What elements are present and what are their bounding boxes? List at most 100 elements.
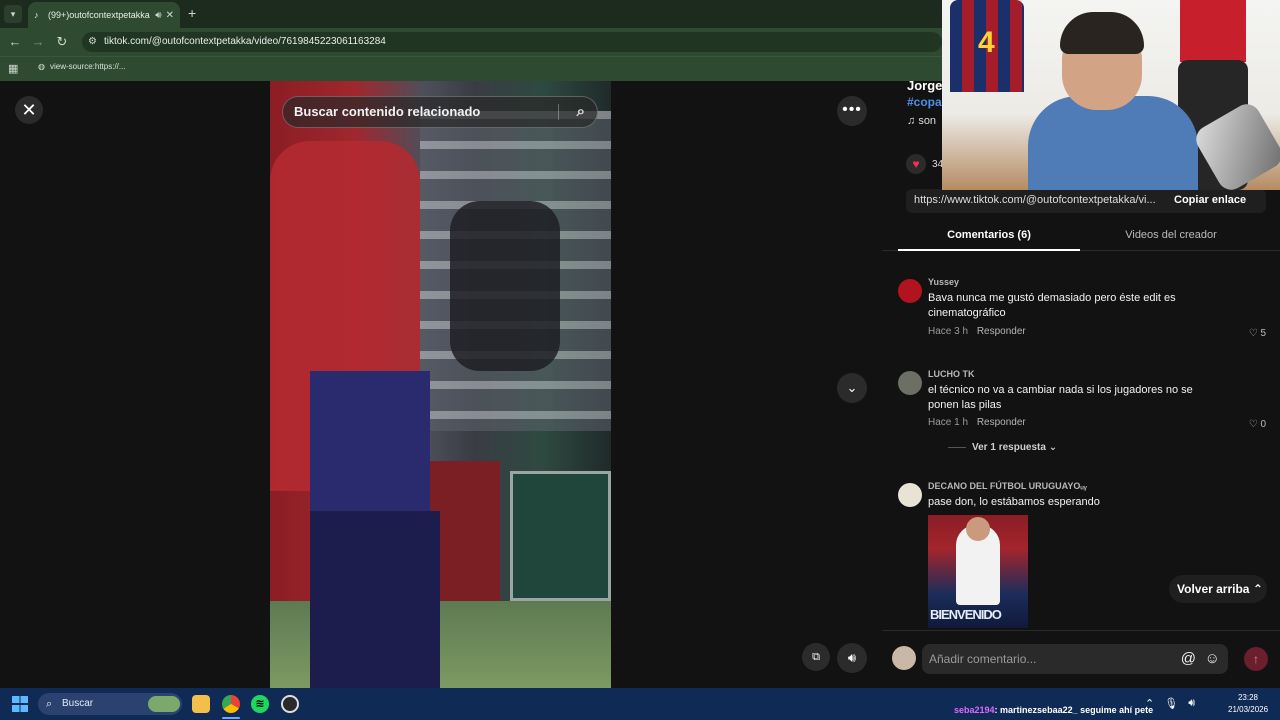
tab-comments[interactable]: Comentarios (6) [898,229,1080,241]
close-video-button[interactable]: ✕ [15,96,43,124]
avatar[interactable] [898,483,922,507]
comment-like-count: 5 [1260,328,1266,339]
avatar[interactable] [892,646,916,670]
tab-search-dropdown[interactable]: ▾ [4,5,22,23]
back-button[interactable]: ← [7,34,23,49]
copy-link-button[interactable]: Copiar enlace [1174,194,1246,206]
comment-time: Hace 1 h [928,417,969,428]
view-replies-label: Ver 1 respuesta [972,442,1046,453]
comment-item: Yussey Bava nunca me gustó demasiado per… [898,277,1268,347]
comment-text: el técnico no va a cambiar nada si los j… [928,384,1193,411]
image-caption: BIENVENIDO [930,607,1002,622]
new-tab-button[interactable]: + [188,5,196,21]
comment-like-count: 0 [1260,419,1266,430]
speaker-icon[interactable]: 🔊︎ [155,10,161,21]
chat-ticker: seba2194: martinezsebaa22_ seguime ahí p… [954,705,1153,715]
webcam-jersey-left: 4 [950,0,1024,92]
comment-meta: Hace 1 h Responder [928,417,1032,428]
globe-icon: ◍ [38,62,45,71]
active-app-indicator [222,717,240,719]
ticker-text: : martinezsebaa22_ seguime ahí pete [994,705,1154,715]
search-highlight-icon [148,696,180,712]
send-comment-button[interactable]: ↑ [1244,647,1268,671]
comment-text: pase don, lo estábamos esperando [928,496,1100,508]
search-placeholder: Buscar contenido relacionado [294,104,481,119]
emoji-icon[interactable]: ☺ [1205,644,1220,674]
taskbar-search-label: Buscar [62,698,94,709]
music-row[interactable]: ♫ son [907,115,936,127]
apps-grid-icon[interactable]: ▦ [8,62,18,75]
taskbar-search[interactable]: ⌕ Buscar [38,693,182,715]
comment-like[interactable]: ♡ 0 [1249,419,1266,430]
comment-username[interactable]: Yussey [928,277,959,287]
windows-taskbar: ⌕ Buscar ≋ [0,688,1280,720]
hashtag-link[interactable]: #copa [907,95,942,109]
mention-icon[interactable]: @ [1181,644,1196,674]
avatar[interactable] [898,371,922,395]
comment-composer: Añadir comentario... @ ☺ ↑ [882,630,1280,688]
clock-date: 21/03/2026 [1228,705,1269,714]
picture-in-picture-button[interactable]: ⧉ [802,643,830,671]
url-text: tiktok.com/@outofcontextpetakka/video/76… [104,36,386,47]
chrome-icon[interactable] [222,695,240,713]
search-divider [558,104,559,120]
search-icon[interactable]: ⌕ [577,97,585,127]
video-player[interactable] [270,81,611,688]
author-name[interactable]: Jorge [907,78,942,93]
video-frame-shorts [310,371,430,511]
image-player-head [966,517,990,541]
comment-placeholder: Añadir comentario... [929,652,1037,666]
microphone-icon[interactable]: 🎙︎ [1164,697,1178,710]
spotify-icon[interactable]: ≋ [251,695,269,713]
windows-start-icon[interactable] [12,696,28,712]
share-link-text[interactable]: https://www.tiktok.com/@outofcontextpeta… [914,194,1159,206]
avatar[interactable] [898,279,922,303]
volume-button[interactable]: 🔊︎ [837,643,867,673]
clock[interactable]: 23:28 21/03/2026 [1228,692,1268,716]
reply-button[interactable]: Responder [977,326,1026,337]
comment-username[interactable]: DECANO DEL FÚTBOL URUGUAYOᵤᵧ [928,481,1087,491]
double-chevron-up-icon: ⌃ [1252,582,1263,596]
site-info-icon[interactable]: ⚙ [88,32,97,52]
app-icon[interactable] [281,695,299,713]
music-note-icon: ♫ [907,115,916,127]
view-replies-button[interactable]: Ver 1 respuesta ⌄ [948,442,1057,453]
comment-item: DECANO DEL FÚTBOL URUGUAYOᵤᵧ pase don, l… [898,481,1268,631]
comment-meta: Hace 3 h Responder [928,326,1032,337]
next-video-button[interactable]: ⌄ [837,373,867,403]
browser-tab[interactable]: ♪ (99+)outofcontextpetakka 🔊︎ ✕ [28,2,180,28]
comment-image[interactable]: BIENVENIDO [928,515,1028,628]
heart-icon[interactable]: ♥ [906,154,926,174]
replies-divider [948,446,966,448]
webcam-person-hair [1060,12,1144,54]
share-link-row: https://www.tiktok.com/@outofcontextpeta… [906,189,1266,213]
related-search-input[interactable]: Buscar contenido relacionado ⌕ [282,96,598,128]
more-options-button[interactable]: ••• [837,96,867,126]
heart-outline-icon: ♡ [1248,419,1258,430]
bookmark-view-source[interactable]: ◍ view-source:https://... [38,62,126,71]
speaker-icon[interactable]: 🔊︎ [1188,697,1195,710]
tab-creator-videos[interactable]: Videos del creador [1080,229,1262,241]
comment-input[interactable]: Añadir comentario... @ ☺ [922,644,1228,674]
chevron-down-icon: ⌄ [1048,442,1058,453]
active-tab-indicator [898,249,1080,251]
webcam-overlay: 4 [942,0,1280,190]
comment-time: Hace 3 h [928,326,969,337]
back-to-top-button[interactable]: Volver arriba ⌃ [1169,575,1267,603]
file-explorer-icon[interactable] [192,695,210,713]
webcam-person-shirt [1028,96,1198,190]
chevron-up-icon[interactable]: ⌃ [1145,697,1154,710]
webcam-jersey-right [1180,0,1246,62]
close-tab-icon[interactable]: ✕ [166,10,174,21]
comment-like[interactable]: ♡ 5 [1249,328,1266,339]
music-title: son [918,115,937,127]
address-input[interactable]: ⚙ tiktok.com/@outofcontextpetakka/video/… [82,32,942,52]
forward-button[interactable]: → [30,34,46,49]
clock-time: 23:28 [1237,693,1259,702]
reply-button[interactable]: Responder [977,417,1026,428]
comment-text: Bava nunca me gustó demasiado pero éste … [928,292,1176,319]
comment-item: LUCHO TK el técnico no va a cambiar nada… [898,369,1268,459]
reload-button[interactable]: ↻ [54,34,70,50]
ticker-user: seba2194 [954,705,995,715]
comment-username[interactable]: LUCHO TK [928,369,975,379]
